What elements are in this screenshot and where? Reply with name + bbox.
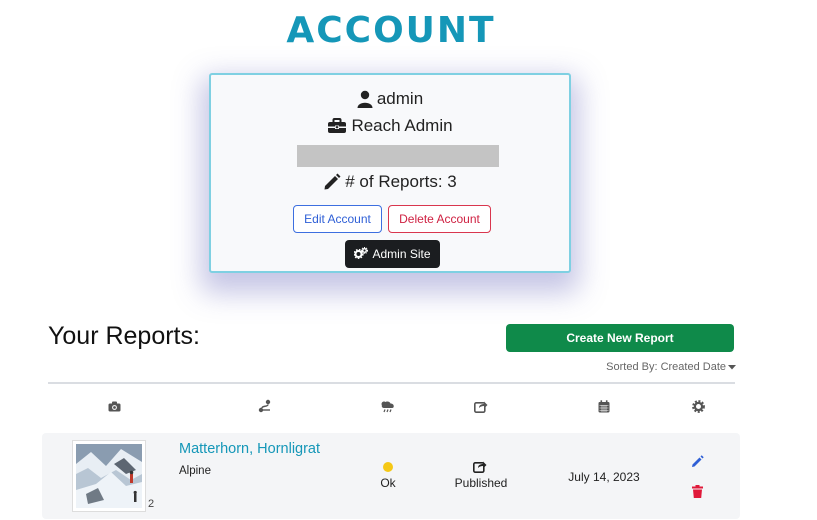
user-icon xyxy=(357,90,373,108)
calendar-icon xyxy=(596,398,612,414)
sort-selector[interactable]: Sorted By: Created Date xyxy=(560,361,736,373)
pencil-icon xyxy=(323,173,341,191)
weather-icon xyxy=(380,398,396,414)
role-line: Reach Admin xyxy=(211,116,569,136)
report-type: Alpine xyxy=(179,465,211,477)
caret-down-icon xyxy=(728,361,736,373)
sorted-by-label: Sorted By: Created Date xyxy=(606,361,726,373)
delete-account-button[interactable]: Delete Account xyxy=(388,205,491,233)
camera-icon xyxy=(106,398,122,414)
visibility-label: Published xyxy=(454,476,508,490)
delete-report-icon[interactable] xyxy=(692,485,703,503)
status-indicator-icon xyxy=(383,462,393,472)
create-report-button[interactable]: Create New Report xyxy=(506,324,734,352)
report-count-text: # of Reports: 3 xyxy=(345,172,457,191)
gear-icon xyxy=(690,398,706,414)
admin-site-button[interactable]: Admin Site xyxy=(345,240,440,268)
route-icon xyxy=(257,398,273,414)
page-title: ACCOUNT xyxy=(286,10,496,51)
gears-icon xyxy=(353,246,369,262)
edit-account-button[interactable]: Edit Account xyxy=(293,205,382,233)
role-text: Reach Admin xyxy=(351,116,453,135)
reports-heading: Your Reports: xyxy=(48,322,200,350)
report-row[interactable]: 2 Matterhorn, Hornligrat Alpine Ok Publi… xyxy=(42,433,740,519)
report-count-line: # of Reports: 3 xyxy=(211,172,569,192)
briefcase-icon xyxy=(327,118,347,134)
published-share-icon xyxy=(473,460,487,474)
mountain-photo xyxy=(76,444,142,508)
account-card: admin Reach Admin # of Reports: 3 Edit A… xyxy=(209,73,571,273)
report-date: July 14, 2023 xyxy=(568,470,640,484)
header-divider xyxy=(48,382,735,384)
photo-count: 2 xyxy=(148,498,155,510)
redacted-email-bar xyxy=(297,145,499,167)
share-icon xyxy=(473,398,489,414)
report-thumbnail[interactable] xyxy=(72,440,146,512)
edit-report-icon[interactable] xyxy=(691,455,704,473)
admin-site-label: Admin Site xyxy=(372,247,431,261)
status-label: Ok xyxy=(380,476,396,490)
username-line: admin xyxy=(211,89,569,109)
username-text: admin xyxy=(376,89,424,108)
report-title-link[interactable]: Matterhorn, Hornligrat xyxy=(179,441,320,457)
